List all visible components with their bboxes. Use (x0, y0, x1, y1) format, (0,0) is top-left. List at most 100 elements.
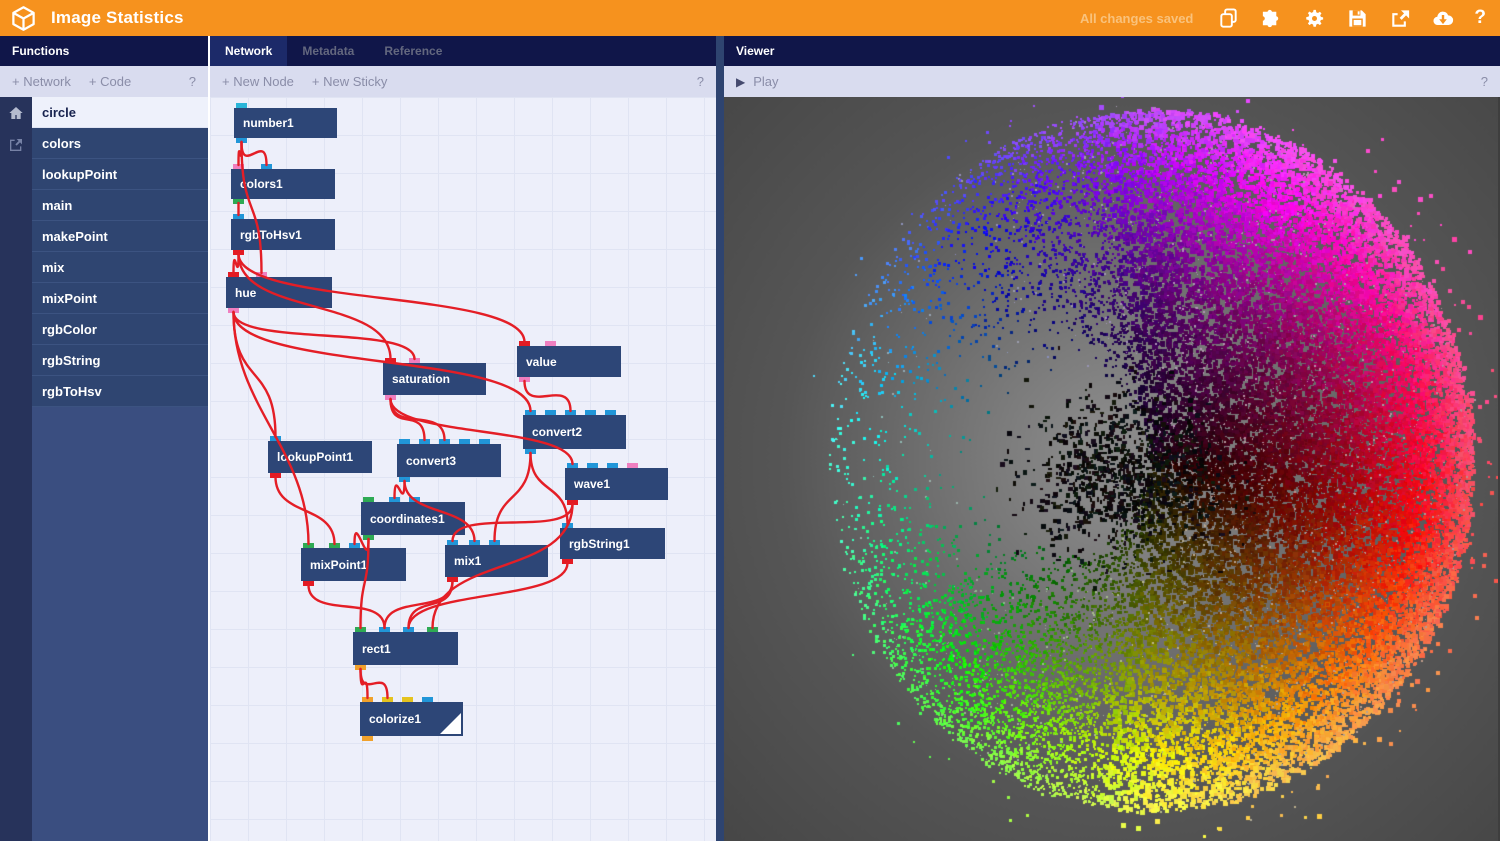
node-value[interactable]: value (517, 346, 621, 377)
input-port[interactable] (422, 697, 433, 702)
input-port[interactable] (236, 103, 247, 108)
input-port[interactable] (363, 497, 374, 502)
input-port[interactable] (545, 410, 556, 415)
output-port[interactable] (236, 138, 247, 143)
input-port[interactable] (479, 439, 490, 444)
input-port[interactable] (379, 627, 390, 632)
node-convert3[interactable]: convert3 (397, 444, 501, 477)
new-sticky-button[interactable]: + New Sticky (312, 74, 388, 89)
node-rgbString1[interactable]: rgbString1 (560, 528, 665, 559)
input-port[interactable] (607, 463, 618, 468)
input-port[interactable] (385, 358, 396, 363)
input-port[interactable] (587, 463, 598, 468)
output-port[interactable] (233, 199, 244, 204)
tab-metadata[interactable]: Metadata (287, 36, 369, 66)
node-colors1[interactable]: colors1 (231, 169, 335, 199)
input-port[interactable] (349, 543, 360, 548)
viewer-canvas[interactable] (724, 97, 1498, 841)
input-port[interactable] (419, 439, 430, 444)
share-icon[interactable] (1388, 6, 1412, 30)
input-port[interactable] (525, 410, 536, 415)
input-port[interactable] (562, 523, 573, 528)
sidebar-item-main[interactable]: main (32, 190, 208, 221)
external-link-icon[interactable] (8, 137, 24, 153)
node-convert2[interactable]: convert2 (523, 415, 626, 449)
panel-divider[interactable] (716, 36, 724, 841)
copy-icon[interactable] (1216, 6, 1240, 30)
input-port[interactable] (627, 463, 638, 468)
new-node-button[interactable]: + New Node (222, 74, 294, 89)
input-port[interactable] (409, 497, 420, 502)
input-port[interactable] (382, 697, 393, 702)
tab-reference[interactable]: Reference (369, 36, 457, 66)
node-saturation[interactable]: saturation (383, 363, 486, 395)
input-port[interactable] (459, 439, 470, 444)
node-mixPoint1[interactable]: mixPoint1 (301, 548, 406, 581)
input-port[interactable] (402, 697, 413, 702)
input-port[interactable] (567, 463, 578, 468)
input-port[interactable] (565, 410, 576, 415)
add-network-button[interactable]: + Network (12, 74, 71, 89)
node-lookupPoint1[interactable]: lookupPoint1 (268, 441, 372, 473)
home-icon[interactable] (8, 105, 24, 121)
input-port[interactable] (303, 543, 314, 548)
output-port[interactable] (567, 500, 578, 505)
sidebar-item-colors[interactable]: colors (32, 128, 208, 159)
help-icon[interactable]: ? (1474, 7, 1486, 29)
node-rect1[interactable]: rect1 (353, 632, 458, 665)
output-port[interactable] (525, 449, 536, 454)
sidebar-item-lookupPoint[interactable]: lookupPoint (32, 159, 208, 190)
tab-network[interactable]: Network (210, 36, 287, 66)
node-mix1[interactable]: mix1 (445, 545, 548, 577)
input-port[interactable] (427, 627, 438, 632)
node-coordinates1[interactable]: coordinates1 (361, 502, 465, 535)
input-port[interactable] (439, 439, 450, 444)
node-colorize1[interactable]: colorize1 (360, 702, 463, 736)
input-port[interactable] (399, 439, 410, 444)
output-port[interactable] (447, 577, 458, 582)
output-port[interactable] (270, 473, 281, 478)
input-port[interactable] (355, 627, 366, 632)
input-port[interactable] (585, 410, 596, 415)
input-port[interactable] (409, 358, 420, 363)
input-port[interactable] (233, 214, 244, 219)
input-port[interactable] (256, 272, 267, 277)
sidebar-item-mix[interactable]: mix (32, 252, 208, 283)
output-port[interactable] (363, 535, 374, 540)
play-button[interactable]: Play (753, 74, 778, 89)
input-port[interactable] (228, 272, 239, 277)
input-port[interactable] (519, 341, 530, 346)
output-port[interactable] (362, 736, 373, 741)
output-port[interactable] (562, 559, 573, 564)
input-port[interactable] (362, 697, 373, 702)
input-port[interactable] (261, 164, 272, 169)
sidebar-item-makePoint[interactable]: makePoint (32, 221, 208, 252)
node-hue[interactable]: hue (226, 277, 332, 308)
input-port[interactable] (605, 410, 616, 415)
functions-help-button[interactable]: ? (189, 74, 196, 89)
input-port[interactable] (389, 497, 400, 502)
sidebar-item-rgbString[interactable]: rgbString (32, 345, 208, 376)
puzzle-icon[interactable] (1259, 6, 1283, 30)
input-port[interactable] (270, 436, 281, 441)
save-icon[interactable] (1345, 6, 1369, 30)
app-logo-icon[interactable] (10, 5, 37, 32)
node-wave1[interactable]: wave1 (565, 468, 668, 500)
output-port[interactable] (228, 308, 239, 313)
output-port[interactable] (355, 665, 366, 670)
output-port[interactable] (385, 395, 396, 400)
input-port[interactable] (545, 341, 556, 346)
gear-icon[interactable] (1302, 6, 1326, 30)
sidebar-item-circle[interactable]: circle (32, 97, 208, 128)
output-port[interactable] (233, 250, 244, 255)
add-code-button[interactable]: + Code (89, 74, 131, 89)
input-port[interactable] (233, 164, 244, 169)
network-help-button[interactable]: ? (697, 74, 704, 89)
viewer-help-button[interactable]: ? (1481, 74, 1488, 89)
input-port[interactable] (403, 627, 414, 632)
output-port[interactable] (519, 377, 530, 382)
input-port[interactable] (329, 543, 340, 548)
input-port[interactable] (489, 540, 500, 545)
output-port[interactable] (303, 581, 314, 586)
input-port[interactable] (447, 540, 458, 545)
